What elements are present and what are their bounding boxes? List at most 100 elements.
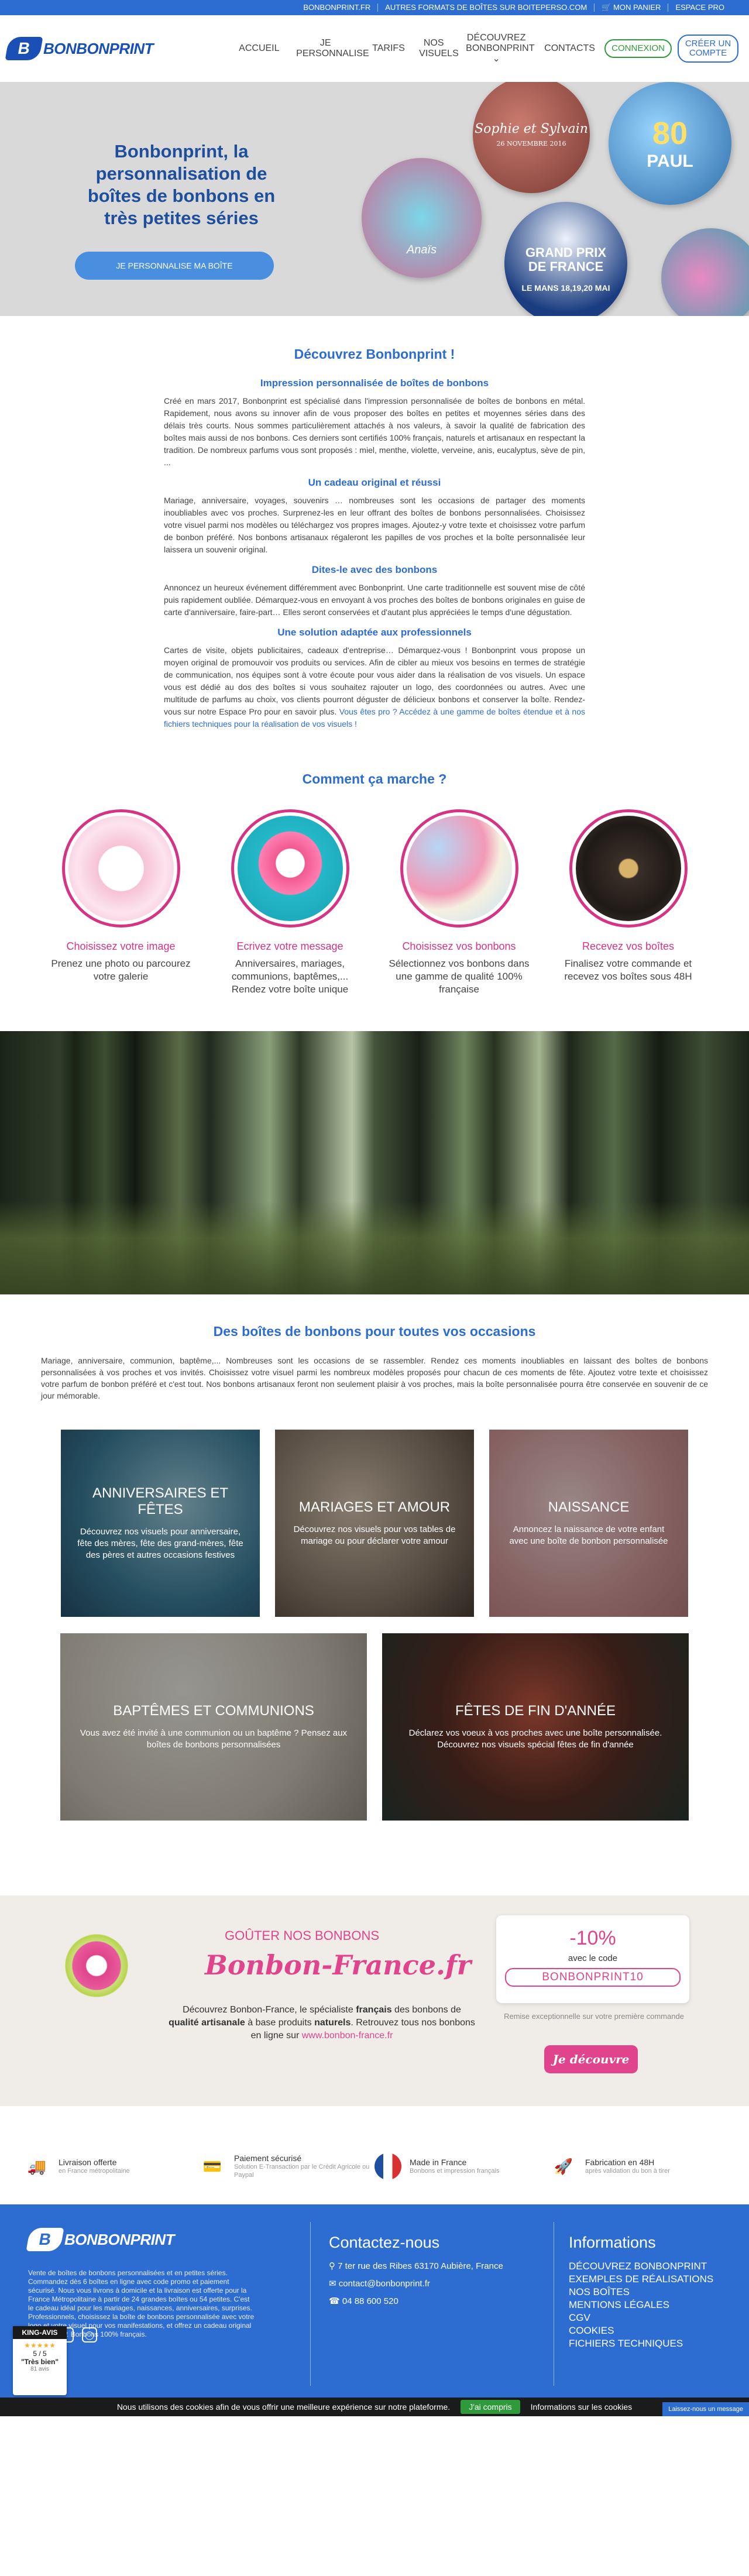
feature-made-in-france: Made in France Bonbons et impression fran… — [374, 2153, 550, 2180]
cookie-info-link[interactable]: Informations sur les cookies — [531, 2402, 633, 2412]
king-avis-title: KING-AVIS — [13, 2326, 67, 2339]
step-image-circle — [400, 809, 518, 928]
king-avis-score: 5 / 5 — [33, 2350, 47, 2358]
promo-code-label: avec le code — [568, 1953, 618, 1963]
footer-link[interactable]: MENTIONS LÉGALES — [569, 2299, 733, 2311]
footer-link[interactable]: CGV — [569, 2311, 733, 2324]
feature-fabrication: 🚀 Fabrication en 48H après validation du … — [550, 2153, 726, 2180]
promo-code: BONBONPRINT10 — [505, 1968, 681, 1987]
tile-mariages[interactable]: MARIAGES ET AMOUR Découvrez nos visuels … — [275, 1430, 474, 1617]
chat-message-button[interactable]: Laissez-nous un message — [662, 2402, 749, 2416]
product-disc-flowers — [661, 228, 749, 316]
cookie-text: Nous utilisons des cookies afin de vous … — [116, 2402, 451, 2412]
forest-banner-image — [0, 1031, 749, 1294]
disc-birthday-name: PAUL — [647, 152, 693, 171]
occasions-text: Mariage, anniversaire, communion, baptêm… — [41, 1356, 708, 1400]
footer-phone[interactable]: ☎ 04 88 600 520 — [329, 2295, 504, 2308]
tile-anniversaires[interactable]: ANNIVERSAIRES ET FÊTES Découvrez nos vis… — [61, 1430, 260, 1617]
king-avis-label: "Très bien" — [20, 2358, 59, 2366]
credit-card-icon: 💳 — [202, 2157, 222, 2175]
king-avis-widget[interactable]: KING-AVIS ★★★★★ 5 / 5 "Très bien" 81 avi… — [13, 2326, 67, 2395]
topbar-link-cart[interactable]: 🛒 MON PANIER — [595, 3, 669, 12]
king-avis-count: 81 avis — [30, 2366, 49, 2372]
step-text: Prenez une photo ou parcourez votre gale… — [51, 958, 191, 982]
cart-icon: 🛒 — [602, 3, 614, 12]
footer-link[interactable]: NOS BOÎTES — [569, 2286, 733, 2299]
promo-text-part: à base produits — [245, 2018, 315, 2028]
nav-item-contacts[interactable]: CONTACTS — [535, 43, 601, 54]
promo-text-part: des bonbons de — [391, 2005, 461, 2015]
site-footer: B BONBONPRINT Vente de boîtes de bonbons… — [0, 2204, 749, 2398]
site-header: B BONBONPRINT ACCUEIL JE PERSONNALISE TA… — [0, 15, 749, 82]
tile-baptemes[interactable]: BAPTÊMES ET COMMUNIONS Vous avez été inv… — [60, 1633, 367, 1821]
nav-item-tarifs[interactable]: TARIFS — [363, 43, 410, 54]
bonbon-france-link[interactable]: www.bonbon-france.fr — [302, 2031, 393, 2041]
footer-link[interactable]: FICHIERS TECHNIQUES — [569, 2337, 733, 2350]
rocket-icon: 🚀 — [554, 2157, 573, 2175]
promo-text-bold: naturels — [314, 2018, 351, 2028]
tile-title: FÊTES DE FIN D'ANNÉE — [455, 1703, 616, 1719]
step-image-circle — [231, 809, 349, 928]
create-account-button[interactable]: CRÉER UN COMPTE — [678, 35, 738, 63]
footer-link[interactable]: EXEMPLES DE RÉALISATIONS — [569, 2273, 733, 2286]
tile-title: NAISSANCE — [548, 1499, 630, 1515]
nav-item-decouvrez-label: DÉCOUVREZ BONBONPRINT — [466, 33, 535, 53]
step-text: Sélectionnez vos bonbons dans une gamme … — [389, 958, 530, 995]
discover-heading-dites: Dites-le avec des bonbons — [311, 564, 438, 575]
tile-fetes-fin-annee[interactable]: FÊTES DE FIN D'ANNÉE Déclarez vos voeux … — [382, 1633, 689, 1821]
feature-sub: Solution E-Transaction par le Crédit Agr… — [234, 2163, 370, 2179]
footer-email[interactable]: ✉ contact@bonbonprint.fr — [329, 2278, 504, 2290]
discover-text-pro-body: Cartes de visite, objets publicitaires, … — [164, 645, 585, 716]
step-choose-image: Choisissez votre image Prenez une photo … — [49, 809, 193, 996]
footer-link[interactable]: DÉCOUVREZ BONBONPRINT — [569, 2260, 733, 2273]
discover-text-pro: Cartes de visite, objets publicitaires, … — [164, 644, 585, 730]
topbar-link-boiteperso[interactable]: AUTRES FORMATS DE BOÎTES SUR BOITEPERSO.… — [378, 4, 595, 12]
bonbon-france-logo-icon — [61, 1931, 132, 2001]
topbar-link-bonbonprint[interactable]: BONBONPRINT.FR — [296, 4, 379, 12]
feature-title: Made in France — [410, 2158, 467, 2167]
occasion-tiles-row-2: BAPTÊMES ET COMMUNIONS Vous avez été inv… — [0, 1633, 749, 1821]
step-receive-boxes: Recevez vos boîtes Finalisez votre comma… — [556, 809, 700, 996]
connexion-button[interactable]: CONNEXION — [604, 39, 672, 58]
tile-naissance[interactable]: NAISSANCE Annoncez la naissance de votre… — [489, 1430, 688, 1617]
footer-address: ⚲ 7 ter rue des Ribes 63170 Aubière, Fra… — [329, 2260, 504, 2273]
discover-heading-cadeau: Un cadeau original et réussi — [308, 477, 441, 488]
footer-link[interactable]: COOKIES — [569, 2324, 733, 2337]
feature-delivery: 🚚 Livraison offerte en France métropolita… — [23, 2153, 199, 2180]
feature-title: Fabrication en 48H — [585, 2158, 655, 2167]
instagram-icon[interactable]: ◯ — [82, 2327, 97, 2343]
discover-heading-impression: Impression personnalisée de boîtes de bo… — [260, 377, 489, 389]
promo-note: Remise exceptionnelle sur votre première… — [504, 2012, 684, 2021]
feature-title: Paiement sécurisé — [234, 2153, 302, 2163]
nav-item-decouvrez[interactable]: DÉCOUVREZ BONBONPRINT ⌄ — [457, 33, 535, 64]
step-choose-candies: Choisissez vos bonbons Sélectionnez vos … — [387, 809, 531, 996]
logo-text-bold: BONBON — [43, 39, 109, 57]
tile-text: Découvrez nos visuels pour vos tables de… — [293, 1524, 456, 1546]
cookie-accept-button[interactable]: J'ai compris — [461, 2400, 520, 2414]
step-image-circle — [61, 809, 180, 928]
footer-info: Informations DÉCOUVREZ BONBONPRINT EXEMP… — [569, 2234, 733, 2350]
tile-text: Déclarez vos voeux à vos proches avec un… — [408, 1728, 662, 1750]
site-logo[interactable]: B BONBONPRINT — [5, 37, 154, 60]
discover-text-impression: Créé en mars 2017, Bonbonprint est spéci… — [164, 396, 585, 467]
occasions-section: Des boîtes de bonbons pour toutes vos oc… — [0, 1294, 749, 1872]
tile-text: Découvrez nos visuels pour anniversaire,… — [77, 1527, 243, 1560]
truck-icon: 🚚 — [27, 2157, 47, 2175]
step-text: Finalisez votre commande et recevez vos … — [564, 958, 692, 982]
cart-label: MON PANIER — [613, 3, 661, 12]
discover-heading-pro: Une solution adaptée aux professionnels — [277, 627, 472, 638]
topbar-link-pro[interactable]: ESPACE PRO — [668, 4, 731, 12]
footer-info-title: Informations — [569, 2234, 656, 2251]
nav-item-accueil[interactable]: ACCUEIL — [230, 43, 287, 54]
disc-gp-title: GRAND PRIX DE FRANCE — [525, 245, 607, 274]
discover-text-block: Impression personnalisée de boîtes de bo… — [164, 377, 585, 730]
how-title: Comment ça marche ? — [302, 771, 447, 786]
discover-section: Découvrez Bonbonprint ! Impression perso… — [0, 316, 749, 748]
hero-personalize-button[interactable]: JE PERSONNALISE MA BOÎTE — [75, 252, 274, 280]
promo-discover-button[interactable]: Je découvre — [544, 2045, 638, 2073]
nav-item-visuels[interactable]: NOS VISUELS — [410, 38, 459, 59]
logo-text: BONBONPRINT — [43, 39, 154, 58]
nav-item-personnalise[interactable]: JE PERSONNALISE — [287, 38, 369, 59]
footer-logo-mark: B — [26, 2228, 64, 2251]
footer-logo[interactable]: B BONBONPRINT — [26, 2228, 175, 2251]
